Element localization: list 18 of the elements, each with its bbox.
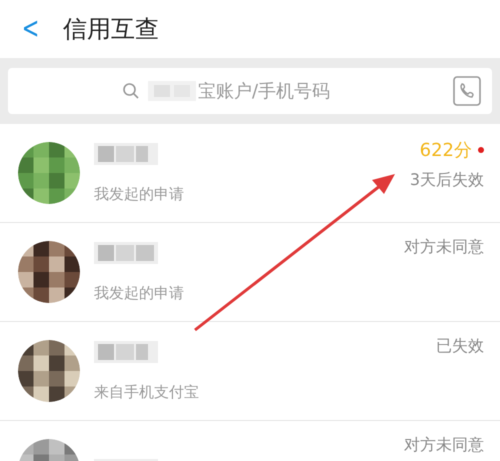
request-status: 3天后失效 bbox=[410, 170, 484, 191]
search-field[interactable]: 宝账户/手机号码 bbox=[8, 68, 492, 114]
request-status: 对方未同意 bbox=[404, 435, 484, 456]
contacts-icon[interactable] bbox=[452, 75, 482, 107]
search-icon bbox=[122, 82, 140, 100]
request-row[interactable]: 来自手机支付宝 已失效 bbox=[0, 322, 500, 421]
search-placeholder: 宝账户/手机号码 bbox=[198, 80, 330, 103]
request-status: 对方未同意 bbox=[404, 237, 484, 258]
back-button[interactable]: < bbox=[22, 14, 40, 44]
request-row[interactable]: 我发起的申请 对方未同意 bbox=[0, 223, 500, 322]
request-source: 来自手机支付宝 bbox=[94, 382, 200, 402]
request-source: 我发起的申请 bbox=[94, 284, 185, 302]
request-row[interactable]: 我发起的申请 622分 3天后失效 bbox=[0, 124, 500, 223]
credit-score: 622分 bbox=[420, 139, 472, 162]
request-status: 已失效 bbox=[436, 336, 484, 357]
request-source: 我发起的申请 bbox=[94, 184, 185, 204]
request-row[interactable]: 对方未同意 bbox=[0, 421, 500, 461]
page-title: 信用互查 bbox=[63, 14, 160, 45]
